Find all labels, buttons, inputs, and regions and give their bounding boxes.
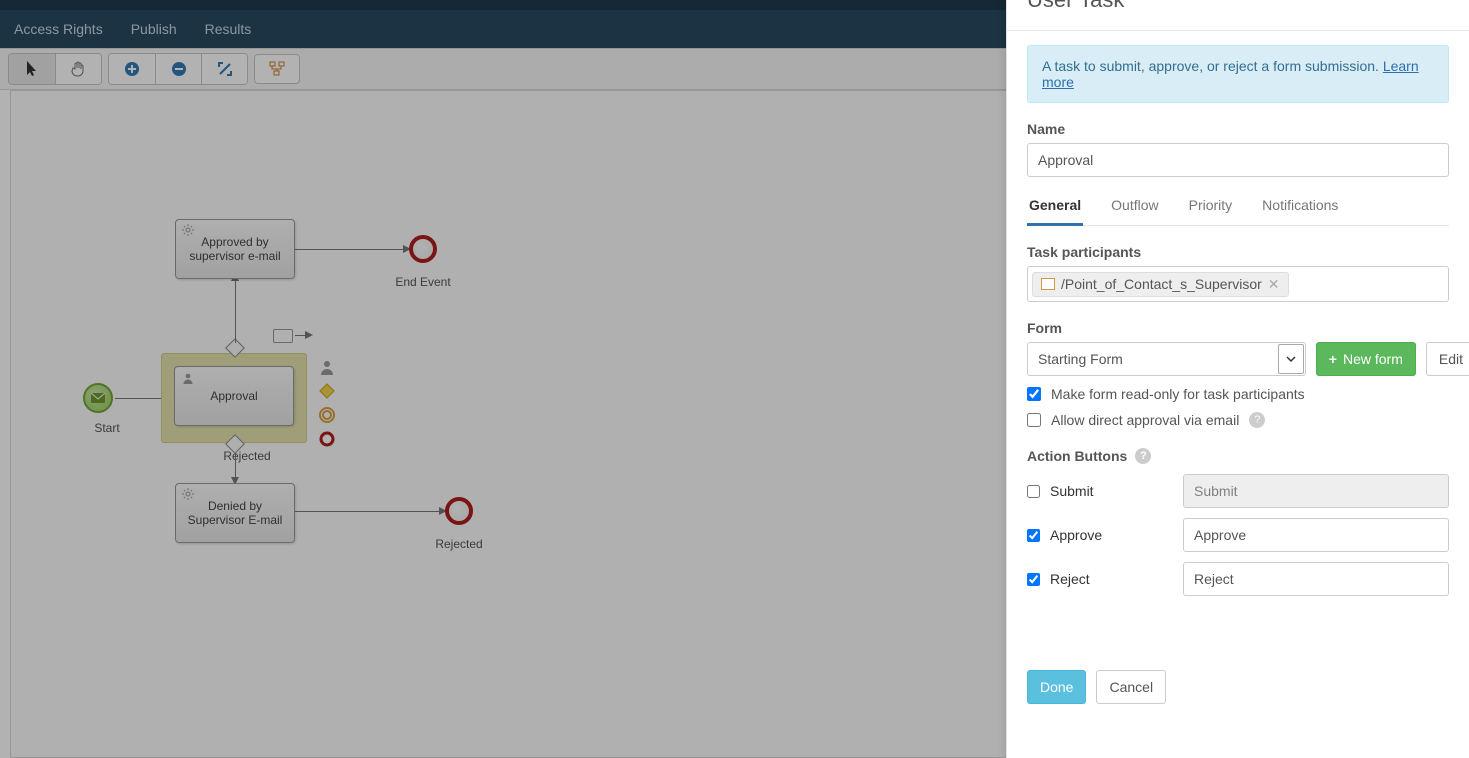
approve-value-input[interactable] [1183, 518, 1449, 552]
form-label: Form [1027, 320, 1449, 336]
help-icon[interactable]: ? [1135, 448, 1151, 464]
tabs: General Outflow Priority Notifications [1027, 197, 1449, 226]
direct-approval-row[interactable]: Allow direct approval via email ? [1027, 412, 1449, 428]
info-box: A task to submit, approve, or reject a f… [1027, 45, 1449, 103]
direct-approval-label: Allow direct approval via email [1051, 412, 1239, 428]
tab-general[interactable]: General [1027, 197, 1083, 226]
name-label: Name [1027, 121, 1449, 137]
user-task-panel: User Task A task to submit, approve, or … [1006, 0, 1469, 758]
edit-form-button[interactable]: Edit [1426, 342, 1469, 376]
tab-outflow[interactable]: Outflow [1109, 197, 1160, 225]
tab-notifications[interactable]: Notifications [1260, 197, 1340, 225]
participants-label: Task participants [1027, 244, 1449, 260]
participants-input[interactable]: /Point_of_Contact_s_Supervisor ✕ [1027, 266, 1449, 302]
approve-label: Approve [1050, 527, 1102, 543]
divider [1007, 30, 1469, 31]
reject-label: Reject [1050, 571, 1090, 587]
done-button[interactable]: Done [1027, 670, 1086, 704]
action-row-approve: Approve [1027, 518, 1449, 552]
field-icon [1041, 278, 1055, 290]
plus-icon: + [1329, 351, 1337, 367]
info-text: A task to submit, approve, or reject a f… [1042, 58, 1383, 74]
form-select-wrap: Starting Form [1027, 342, 1306, 376]
panel-footer: Done Cancel [1027, 670, 1166, 704]
approve-checkbox[interactable] [1027, 529, 1040, 542]
submit-value-input [1183, 474, 1449, 508]
submit-checkbox[interactable] [1027, 485, 1040, 498]
action-row-submit: Submit [1027, 474, 1449, 508]
new-form-button[interactable]: + New form [1316, 342, 1416, 376]
submit-label: Submit [1050, 483, 1094, 499]
action-buttons-label: Action Buttons ? [1027, 448, 1449, 464]
readonly-checkbox-row[interactable]: Make form read-only for task participant… [1027, 386, 1449, 402]
cancel-button[interactable]: Cancel [1096, 670, 1166, 704]
remove-token-icon[interactable]: ✕ [1268, 276, 1280, 293]
form-select[interactable]: Starting Form [1027, 342, 1306, 376]
modal-backdrop[interactable] [0, 0, 1006, 758]
readonly-checkbox[interactable] [1027, 387, 1041, 401]
reject-value-input[interactable] [1183, 562, 1449, 596]
help-icon[interactable]: ? [1249, 412, 1265, 428]
panel-title: User Task [1007, 0, 1469, 26]
participant-token: /Point_of_Contact_s_Supervisor ✕ [1032, 272, 1289, 297]
tab-priority[interactable]: Priority [1187, 197, 1235, 225]
name-input[interactable] [1027, 143, 1449, 177]
readonly-label: Make form read-only for task participant… [1051, 386, 1305, 402]
direct-approval-checkbox[interactable] [1027, 413, 1041, 427]
action-row-reject: Reject [1027, 562, 1449, 596]
reject-checkbox[interactable] [1027, 573, 1040, 586]
participant-token-text: /Point_of_Contact_s_Supervisor [1061, 276, 1262, 292]
